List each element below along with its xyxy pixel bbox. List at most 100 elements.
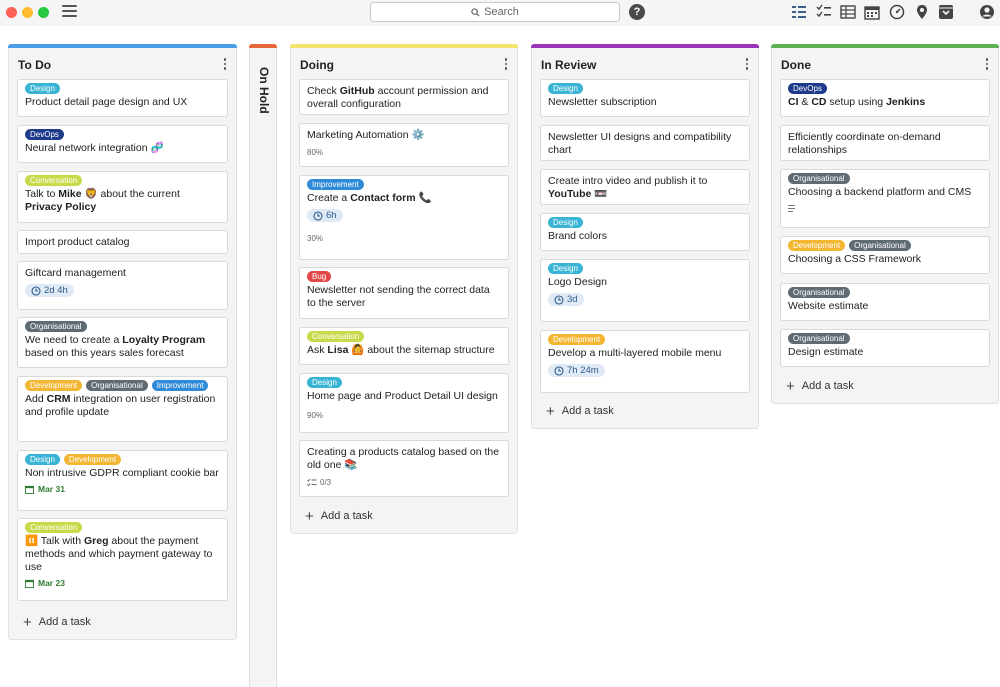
tag-bug[interactable]: Bug xyxy=(307,271,332,282)
task-card[interactable]: Newsletter UI designs and compatibility … xyxy=(540,125,750,161)
card-title: Logo Design xyxy=(548,276,607,288)
card-title: Ask Lisa 🙆 about the sitemap structure xyxy=(307,344,495,356)
tag-development[interactable]: Development xyxy=(548,334,606,345)
column-menu-icon[interactable] xyxy=(223,58,227,70)
tag-conversation[interactable]: Conversation xyxy=(25,175,83,186)
tag-organisational[interactable]: Organisational xyxy=(25,321,87,332)
task-card[interactable]: Design Newsletter subscription xyxy=(540,79,750,117)
time-estimate: 2d 4h xyxy=(25,284,74,297)
account-icon[interactable] xyxy=(979,4,995,20)
task-card[interactable]: Efficiently coordinate on-demand relatio… xyxy=(780,125,990,161)
tag-conversation[interactable]: Conversation xyxy=(307,331,365,342)
tag-improvement[interactable]: Improvement xyxy=(151,380,209,391)
card-title: Choosing a backend platform and CMS xyxy=(788,186,972,198)
map-view-icon[interactable] xyxy=(914,4,930,20)
card-title: Create intro video and publish it to You… xyxy=(548,175,708,200)
task-card[interactable]: Development Develop a multi-layered mobi… xyxy=(540,330,750,393)
task-card[interactable]: Import product catalog xyxy=(17,230,228,254)
tag-design[interactable]: Design xyxy=(25,83,60,94)
task-card[interactable]: Design Development Non intrusive GDPR co… xyxy=(17,450,228,511)
task-card[interactable]: Development Organisational Choosing a CS… xyxy=(780,236,990,274)
tag-development[interactable]: Development xyxy=(63,454,122,465)
tag-organisational[interactable]: Organisational xyxy=(86,380,148,391)
card-title: ⏸️ Talk with Greg about the payment meth… xyxy=(25,535,213,573)
tag-organisational[interactable]: Organisational xyxy=(849,240,911,251)
task-card[interactable]: DevOps Neural network integration 🧬 xyxy=(17,125,228,163)
column-menu-icon[interactable] xyxy=(504,58,508,70)
tag-development[interactable]: Development xyxy=(25,380,83,391)
search-input[interactable]: Search xyxy=(370,2,620,22)
tag-design[interactable]: Design xyxy=(548,217,583,228)
task-card[interactable]: Marketing Automation ⚙️ 80% xyxy=(299,123,509,167)
task-card[interactable]: Bug Newsletter not sending the correct d… xyxy=(299,267,509,319)
tag-development[interactable]: Development xyxy=(788,240,846,251)
tag-conversation[interactable]: Conversation xyxy=(25,522,83,533)
add-task-button[interactable]: + Add a task xyxy=(546,402,614,420)
tag-improvement[interactable]: Improvement xyxy=(307,179,364,190)
task-card[interactable]: Design Logo Design 3d xyxy=(540,259,750,322)
task-card[interactable]: Design Home page and Product Detail UI d… xyxy=(299,373,509,433)
column-doing: Doing Check GitHub account permission an… xyxy=(290,44,518,534)
column-title: To Do xyxy=(18,58,52,72)
due-date-value: Mar 31 xyxy=(38,484,65,494)
plus-icon: + xyxy=(546,402,555,420)
description-icon xyxy=(788,205,795,212)
kanban-board: To Do Design Product detail page design … xyxy=(0,44,1000,687)
task-card[interactable]: Conversation Ask Lisa 🙆 about the sitema… xyxy=(299,327,509,365)
task-card[interactable]: Conversation Talk to Mike 🦁 about the cu… xyxy=(17,171,228,223)
column-menu-icon[interactable] xyxy=(985,58,989,70)
add-task-button[interactable]: + Add a task xyxy=(305,507,373,525)
add-task-label: Add a task xyxy=(38,616,91,628)
time-estimate-value: 2d 4h xyxy=(44,285,68,296)
tag-design[interactable]: Design xyxy=(307,377,342,388)
tag-organisational[interactable]: Organisational xyxy=(788,173,850,184)
add-task-label: Add a task xyxy=(801,380,854,392)
task-card[interactable]: Organisational Website estimate xyxy=(780,283,990,321)
column-menu-icon[interactable] xyxy=(745,58,749,70)
menu-icon[interactable] xyxy=(62,5,77,18)
tag-organisational[interactable]: Organisational xyxy=(788,333,850,344)
task-card[interactable]: Design Brand colors xyxy=(540,213,750,251)
task-card[interactable]: Check GitHub account permission and over… xyxy=(299,79,509,115)
task-card[interactable]: Organisational Design estimate xyxy=(780,329,990,367)
card-title: Newsletter not sending the correct data … xyxy=(307,284,490,309)
archive-icon[interactable] xyxy=(938,4,954,20)
window-minimize-button[interactable] xyxy=(22,7,33,18)
column-on-hold[interactable]: On Hold xyxy=(249,44,277,687)
task-card[interactable]: Design Product detail page design and UX xyxy=(17,79,228,117)
task-card[interactable]: Development Organisational Improvement A… xyxy=(17,376,228,442)
table-view-icon[interactable] xyxy=(840,4,856,20)
column-color-bar xyxy=(8,44,237,48)
column-to-do: To Do Design Product detail page design … xyxy=(8,44,237,640)
help-icon[interactable]: ? xyxy=(629,4,645,20)
due-date: Mar 23 xyxy=(25,578,65,588)
task-card[interactable]: DevOps CI & CD setup using Jenkins xyxy=(780,79,990,117)
card-title: Add CRM integration on user registration… xyxy=(25,393,216,418)
column-title: In Review xyxy=(541,58,597,72)
task-card[interactable]: Create intro video and publish it to You… xyxy=(540,169,750,205)
task-card[interactable]: Organisational Choosing a backend platfo… xyxy=(780,169,990,228)
tag-design[interactable]: Design xyxy=(548,263,583,274)
tag-organisational[interactable]: Organisational xyxy=(788,287,850,298)
task-card[interactable]: Conversation ⏸️ Talk with Greg about the… xyxy=(17,518,228,601)
dashboard-view-icon[interactable] xyxy=(889,4,905,20)
checklist-view-icon[interactable] xyxy=(816,4,832,20)
tag-design[interactable]: Design xyxy=(25,454,60,465)
card-title: Product detail page design and UX xyxy=(25,96,188,108)
calendar-view-icon[interactable] xyxy=(864,4,880,20)
column-color-bar xyxy=(771,44,999,48)
task-card[interactable]: Improvement Create a Contact form 📞 6h 3… xyxy=(299,175,509,260)
window-close-button[interactable] xyxy=(6,7,17,18)
plus-icon: + xyxy=(305,507,314,525)
due-date-value: Mar 23 xyxy=(38,578,65,588)
tag-devops[interactable]: DevOps xyxy=(25,129,64,140)
task-card[interactable]: Giftcard management 2d 4h xyxy=(17,261,228,310)
task-card[interactable]: Creating a products catalog based on the… xyxy=(299,440,509,497)
board-view-icon[interactable] xyxy=(791,4,807,20)
tag-devops[interactable]: DevOps xyxy=(788,83,827,94)
task-card[interactable]: Organisational We need to create a Loyal… xyxy=(17,317,228,368)
tag-design[interactable]: Design xyxy=(548,83,583,94)
add-task-button[interactable]: + Add a task xyxy=(786,379,854,394)
window-zoom-button[interactable] xyxy=(38,7,49,18)
add-task-button[interactable]: + Add a task xyxy=(23,615,91,630)
